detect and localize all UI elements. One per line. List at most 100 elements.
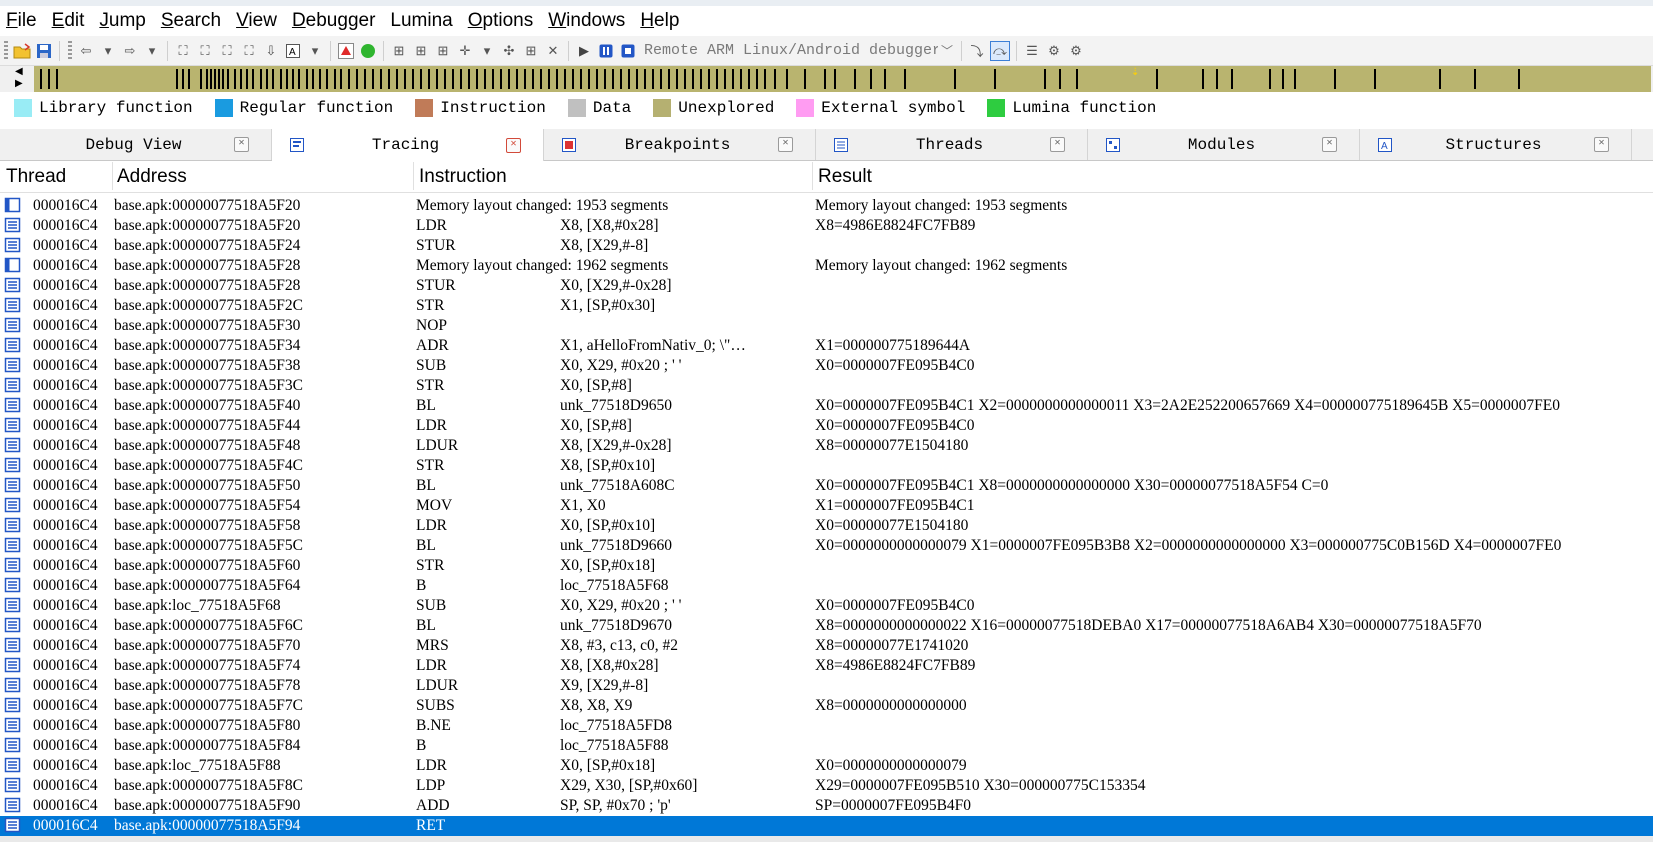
threads-icon	[833, 137, 849, 153]
menu-windows[interactable]: Windows	[542, 10, 634, 32]
table-row[interactable]: 000016C4 base.apk:00000077518A5F40 BL unk_7…	[0, 396, 1653, 416]
column-divider[interactable]	[812, 162, 813, 190]
menu-file[interactable]: File	[0, 10, 46, 32]
table-row[interactable]: 000016C4 base.apk:00000077518A5F6C BL unk_7…	[0, 616, 1653, 636]
table-row[interactable]: 000016C4 base.apk:00000077518A5F58 LDR X0, …	[0, 516, 1653, 536]
menu-options[interactable]: Options	[462, 10, 542, 32]
table-row[interactable]: 000016C4 base.apk:00000077518A5F7C SUBS X8,…	[0, 696, 1653, 716]
debugger-select[interactable]: Remote ARM Linux/Android debugger ﹀	[643, 39, 957, 62]
column-divider[interactable]	[112, 162, 113, 190]
close-x-icon[interactable]: ✕	[544, 42, 562, 60]
add-breakpoint-icon[interactable]: ✛	[456, 42, 474, 60]
table-row[interactable]: 000016C4 base.apk:00000077518A5F8C LDP X29,…	[0, 776, 1653, 796]
close-tab-icon[interactable]: ✕	[1594, 137, 1609, 152]
toolbar-grip[interactable]	[68, 40, 72, 61]
create-struct-icon[interactable]: ⊞	[434, 42, 452, 60]
table-row[interactable]: 000016C4 base.apk:00000077518A5F60 STR X0, …	[0, 556, 1653, 576]
menu-search[interactable]: Search	[155, 10, 230, 32]
column-divider[interactable]	[413, 162, 414, 190]
close-tab-icon[interactable]: ✕	[506, 137, 521, 153]
close-tab-icon[interactable]: ✕	[778, 137, 793, 152]
trace-list-icon[interactable]: ☰	[1023, 42, 1041, 60]
tab-debug-view[interactable]: Debug View ✕	[0, 129, 272, 160]
tab-tracing[interactable]: Tracing ✕	[272, 129, 544, 161]
column-header-instruction[interactable]: Instruction	[419, 166, 507, 188]
table-row[interactable]: 000016C4 base.apk:00000077518A5F64 Bloc_77…	[0, 576, 1653, 596]
cell-operands: X8, [X8,#0x28]	[560, 217, 659, 234]
search-binary-icon[interactable]: ⛶	[174, 42, 192, 60]
text-view-icon[interactable]: A	[284, 42, 302, 60]
menu-debugger[interactable]: Debugger	[286, 10, 384, 32]
clear-trace-icon[interactable]: ⚙	[1067, 42, 1085, 60]
forward-arrow-icon[interactable]: ⇨	[121, 42, 139, 60]
chevron-down-icon[interactable]: ▾	[99, 42, 117, 60]
search-text-icon[interactable]: ⛶	[196, 42, 214, 60]
tab-structures[interactable]: A Structures ✕	[1360, 129, 1632, 160]
nav-band-arrows-icon[interactable]: ◀ ▶	[15, 66, 27, 92]
table-row[interactable]: 000016C4 base.apk:00000077518A5F20 Memory …	[0, 196, 1653, 216]
step-over-icon[interactable]: ⤼	[990, 40, 1010, 61]
table-row[interactable]: 000016C4 base.apk:00000077518A5F94 RET	[0, 816, 1653, 836]
table-row[interactable]: 000016C4 base.apk:00000077518A5F54 MOV X1, …	[0, 496, 1653, 516]
step-into-icon[interactable]: ⤵	[968, 42, 986, 60]
menu-edit[interactable]: Edit	[46, 10, 94, 32]
close-tab-icon[interactable]: ✕	[1322, 137, 1337, 152]
table-row[interactable]: 000016C4 base.apk:00000077518A5F38 SUB X0, …	[0, 356, 1653, 376]
green-circle-icon[interactable]	[359, 42, 377, 60]
table-row[interactable]: 000016C4 base.apk:00000077518A5F90 ADD SP, …	[0, 796, 1653, 816]
chevron-down-icon[interactable]: ﹀	[938, 42, 956, 59]
table-row[interactable]: 000016C4 base.apk:00000077518A5F80 B.NE loc…	[0, 716, 1653, 736]
chevron-down-icon[interactable]: ▾	[143, 42, 161, 60]
table-row[interactable]: 000016C4 base.apk:00000077518A5F28 STUR X0,…	[0, 276, 1653, 296]
table-row[interactable]: 000016C4 base.apk:00000077518A5F48 LDUR X8,…	[0, 436, 1653, 456]
close-tab-icon[interactable]: ✕	[234, 137, 249, 152]
table-row[interactable]: 000016C4 base.apk:00000077518A5F78 LDUR X9,…	[0, 676, 1653, 696]
column-header-result[interactable]: Result	[818, 166, 872, 188]
chevron-down-icon[interactable]: ▾	[306, 42, 324, 60]
table-row[interactable]: 000016C4 base.apk:00000077518A5F24 STUR X8,…	[0, 236, 1653, 256]
tab-modules[interactable]: Modules ✕	[1088, 129, 1360, 160]
menu-lumina[interactable]: Lumina	[384, 10, 461, 32]
table-row[interactable]: 000016C4 base.apk:00000077518A5F28 Memory …	[0, 256, 1653, 276]
column-header-address[interactable]: Address	[117, 166, 187, 188]
table-row[interactable]: 000016C4 base.apk:00000077518A5F70 MRS X8, …	[0, 636, 1653, 656]
table-row[interactable]: 000016C4 base.apk:00000077518A5F3C STR X0, …	[0, 376, 1653, 396]
table-row[interactable]: 000016C4 base.apk:loc_77518A5F88 LDR X0, [S…	[0, 756, 1653, 776]
column-header-thread[interactable]: Thread	[6, 166, 66, 188]
tab-threads[interactable]: Threads ✕	[816, 129, 1088, 160]
table-row[interactable]: 000016C4 base.apk:00000077518A5F2C STR X1, …	[0, 296, 1653, 316]
table-row[interactable]: 000016C4 base.apk:00000077518A5F5C BL unk_7…	[0, 536, 1653, 556]
search-immediate-icon[interactable]: ⛶	[218, 42, 236, 60]
menu-jump[interactable]: Jump	[93, 10, 154, 32]
stop-icon[interactable]	[619, 42, 637, 60]
jump-down-icon[interactable]: ⇩	[262, 42, 280, 60]
table-row[interactable]: 000016C4 base.apk:00000077518A5F84 Bloc_77…	[0, 736, 1653, 756]
play-icon[interactable]: ▶	[575, 42, 593, 60]
back-arrow-icon[interactable]: ⇦	[77, 42, 95, 60]
table-row[interactable]: 000016C4 base.apk:00000077518A5F4C STR X8, …	[0, 456, 1653, 476]
menu-view[interactable]: View	[230, 10, 286, 32]
table-row[interactable]: 000016C4 base.apk:00000077518A5F20 LDR X8, …	[0, 216, 1653, 236]
table-row[interactable]: 000016C4 base.apk:00000077518A5F34 ADR X1, …	[0, 336, 1653, 356]
search-next-icon[interactable]: ⛶	[240, 42, 258, 60]
graph-icon[interactable]: ⊞	[522, 42, 540, 60]
create-function-icon[interactable]: ⊞	[390, 42, 408, 60]
table-row[interactable]: 000016C4 base.apk:00000077518A5F74 LDR X8, …	[0, 656, 1653, 676]
table-row[interactable]: 000016C4 base.apk:loc_77518A5F68 SUB X0, X2…	[0, 596, 1653, 616]
pause-icon[interactable]	[597, 42, 615, 60]
toolbar-grip[interactable]	[4, 40, 8, 61]
close-tab-icon[interactable]: ✕	[1050, 137, 1065, 152]
save-icon[interactable]	[35, 42, 53, 60]
open-folder-icon[interactable]	[13, 42, 31, 60]
tab-breakpoints[interactable]: Breakpoints ✕	[544, 129, 816, 160]
table-row[interactable]: 000016C4 base.apk:00000077518A5F44 LDR X0, …	[0, 416, 1653, 436]
warning-triangle-icon[interactable]	[337, 42, 355, 60]
table-row[interactable]: 000016C4 base.apk:00000077518A5F50 BL unk_7…	[0, 476, 1653, 496]
patch-icon[interactable]: ✣	[500, 42, 518, 60]
table-row[interactable]: 000016C4 base.apk:00000077518A5F30 NOP	[0, 316, 1653, 336]
create-data-icon[interactable]: ⊞	[412, 42, 430, 60]
menu-help[interactable]: Help	[634, 10, 688, 32]
navigation-bar[interactable]: ⇣	[34, 66, 1651, 92]
chevron-down-icon[interactable]: ▾	[478, 42, 496, 60]
trace-options-icon[interactable]: ⚙	[1045, 42, 1063, 60]
